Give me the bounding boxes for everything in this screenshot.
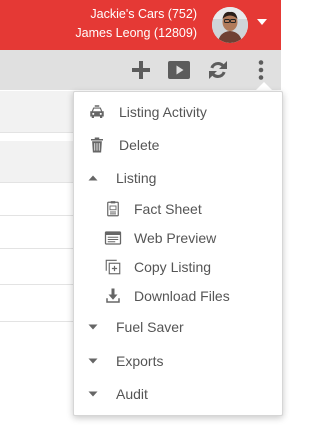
user-name: James Leong (12809) — [75, 26, 197, 40]
actions-menu: Listing Activity Delete Listing Fact She… — [73, 91, 283, 416]
menu-item-label: Delete — [119, 137, 160, 153]
menu-section-listing[interactable]: Listing — [74, 166, 282, 190]
menu-item-label: Web Preview — [134, 230, 217, 246]
dealer-name: Jackie's Cars (752) — [90, 7, 197, 21]
menu-section-label: Exports — [116, 353, 164, 369]
fact-sheet-icon — [104, 200, 122, 218]
refresh-icon[interactable] — [205, 58, 231, 82]
trash-icon — [88, 136, 106, 154]
menu-item-label: Copy Listing — [134, 259, 212, 275]
user-avatar-icon — [212, 7, 248, 43]
car-icon — [88, 103, 106, 121]
copy-icon — [104, 258, 122, 276]
menu-section-label: Listing — [116, 170, 157, 186]
menu-section-label: Audit — [116, 386, 148, 402]
menu-item-delete[interactable]: Delete — [74, 133, 282, 157]
app-header: Jackie's Cars (752) James Leong (12809) — [0, 0, 281, 50]
menu-item-label: Listing Activity — [119, 104, 207, 120]
menu-item-download-files[interactable]: Download Files — [74, 284, 282, 308]
menu-section-exports[interactable]: Exports — [74, 349, 282, 373]
menu-item-copy-listing[interactable]: Copy Listing — [74, 255, 282, 279]
menu-item-web-preview[interactable]: Web Preview — [74, 226, 282, 250]
menu-item-fact-sheet[interactable]: Fact Sheet — [74, 197, 282, 221]
avatar[interactable] — [212, 7, 248, 43]
caret-down-icon[interactable] — [257, 19, 267, 25]
caret-up-icon — [86, 171, 100, 185]
account-info[interactable]: Jackie's Cars (752) James Leong (12809) — [75, 5, 197, 43]
menu-section-fuel-saver[interactable]: Fuel Saver — [74, 315, 282, 339]
menu-item-label: Download Files — [134, 288, 230, 304]
web-preview-icon — [104, 229, 122, 247]
menu-item-label: Fact Sheet — [134, 201, 202, 217]
caret-down-icon — [86, 320, 100, 334]
more-vertical-icon[interactable] — [248, 58, 274, 82]
menu-section-audit[interactable]: Audit — [74, 382, 282, 406]
menu-pointer — [255, 82, 273, 91]
plus-icon[interactable] — [128, 58, 154, 82]
menu-section-label: Fuel Saver — [116, 319, 184, 335]
video-icon[interactable] — [166, 58, 192, 82]
caret-down-icon — [86, 354, 100, 368]
caret-down-icon — [86, 387, 100, 401]
download-icon — [104, 287, 122, 305]
menu-item-listing-activity[interactable]: Listing Activity — [74, 100, 282, 124]
toolbar — [0, 50, 281, 90]
